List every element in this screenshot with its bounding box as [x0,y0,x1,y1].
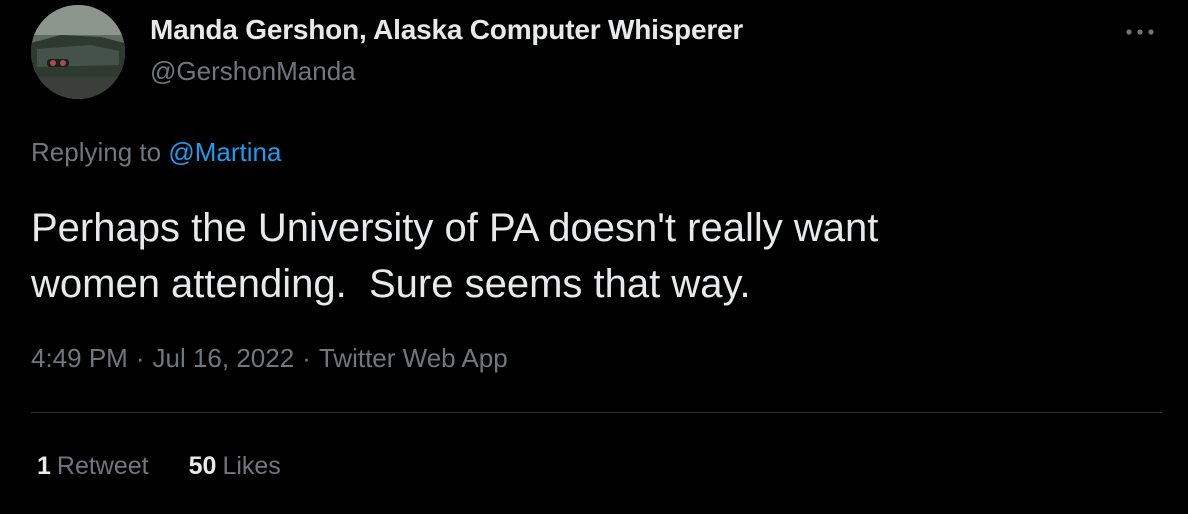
engagement-stats: 1 Retweet 50 Likes [37,452,281,481]
tweet-metadata: 4:49 PM · Jul 16, 2022 · Twitter Web App [31,343,508,374]
tweet-date[interactable]: Jul 16, 2022 [153,343,295,373]
likes-label: Likes [222,452,281,480]
divider [31,412,1162,413]
tweet-detail: Manda Gershon, Alaska Computer Whisperer… [0,0,1188,514]
replying-to-label: Replying to [31,137,169,167]
meta-separator: · [135,343,145,373]
retweets-label: Retweet [56,452,149,480]
retweets-stat[interactable]: 1 Retweet [37,452,149,481]
more-horizontal-icon [1126,29,1154,35]
author-display-name[interactable]: Manda Gershon, Alaska Computer Whisperer [150,14,743,46]
tweet-text: Perhaps the University of PA doesn't rea… [31,206,879,306]
car-photo-icon [31,5,125,99]
likes-count: 50 [188,452,217,480]
more-options-button[interactable] [1118,16,1162,48]
replying-to: Replying to @Martina [31,137,281,168]
avatar[interactable] [31,5,125,99]
likes-stat[interactable]: 50 Likes [189,452,281,481]
author-handle[interactable]: @GershonManda [150,56,356,87]
tweet-source[interactable]: Twitter Web App [319,343,508,373]
retweets-count: 1 [37,452,51,480]
reply-mention-link[interactable]: @Martina [168,137,281,167]
meta-separator: · [302,343,311,373]
tweet-time[interactable]: 4:49 PM [31,343,128,373]
